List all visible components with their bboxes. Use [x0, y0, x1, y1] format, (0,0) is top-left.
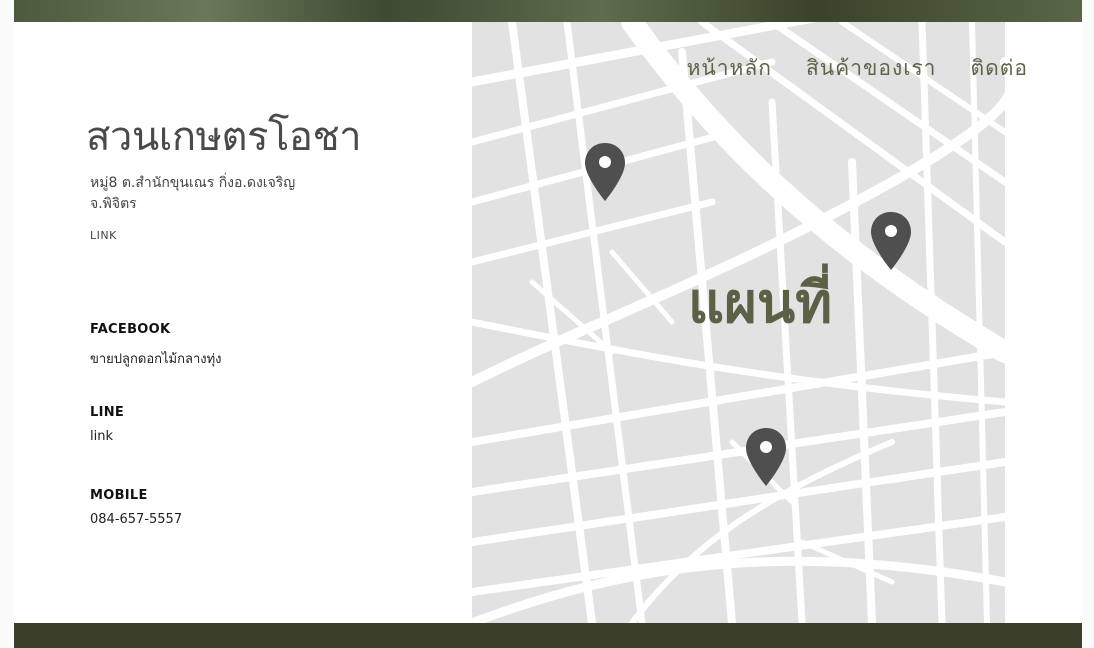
header-photo-strip: [14, 0, 1082, 22]
address-link[interactable]: LINK: [90, 229, 117, 242]
map-pin-icon: [746, 428, 786, 486]
map-pin-icon: [585, 143, 625, 201]
page-margin-left: [0, 0, 14, 648]
nav-contact-link[interactable]: ติดต่อ: [970, 52, 1028, 85]
mobile-value[interactable]: 084-657-5557: [90, 512, 182, 527]
page-margin-right: [1082, 0, 1094, 648]
nav-home-link[interactable]: หน้าหลัก: [687, 52, 772, 85]
address: หมู่8 ต.สำนักขุนเณร กิ่งอ.ดงเจริญ จ.พิจิ…: [90, 173, 330, 215]
facebook-label: FACEBOOK: [90, 322, 171, 337]
map-heading: แผนที่: [688, 271, 833, 336]
footer-bar: [14, 623, 1082, 648]
map-pin-icon: [871, 212, 911, 270]
facebook-value[interactable]: ขายปลูกดอกไม้กลางทุ่ง: [90, 348, 222, 369]
line-label: LINE: [90, 405, 125, 420]
mobile-label: MOBILE: [90, 488, 148, 503]
nav-products-link[interactable]: สินค้าของเรา: [806, 52, 936, 85]
main-navigation: หน้าหลัก สินค้าของเรา ติดต่อ: [687, 52, 1028, 85]
address-line-1: หมู่8 ต.สำนักขุนเณร กิ่งอ.ดงเจริญ: [90, 175, 296, 191]
address-line-2: จ.พิจิตร: [90, 196, 137, 212]
site-title: สวนเกษตรโอชา: [86, 114, 362, 160]
line-value[interactable]: link: [90, 429, 113, 444]
